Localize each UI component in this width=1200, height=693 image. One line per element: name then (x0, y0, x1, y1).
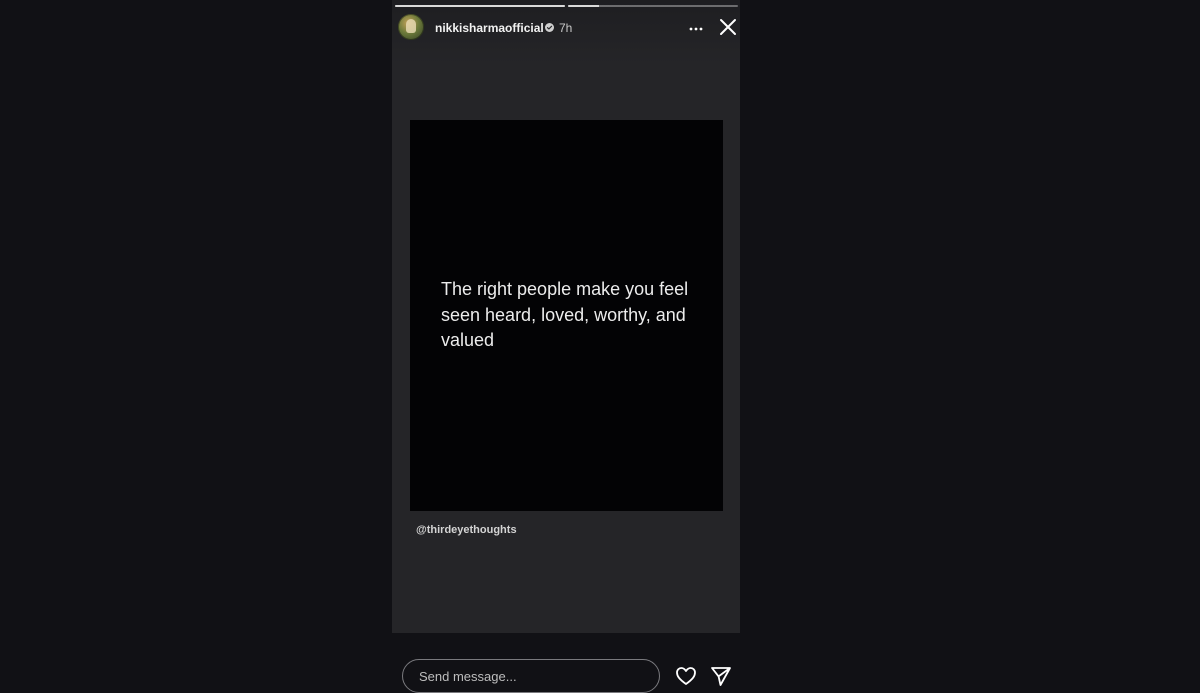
progress-segment (568, 5, 738, 7)
message-input[interactable] (402, 659, 660, 693)
quote-text: The right people make you feel seen hear… (441, 279, 689, 350)
progress-segment (395, 5, 565, 7)
progress-fill (395, 5, 565, 7)
mention-sticker[interactable]: @thirdeyethoughts (416, 524, 517, 536)
avatar-figure (406, 19, 416, 33)
verified-badge-icon (545, 23, 554, 32)
story-viewer: nikkisharmaofficial 7h The right people … (0, 0, 1200, 693)
heart-icon[interactable] (675, 665, 697, 687)
story-header: nikkisharmaofficial 7h (398, 14, 736, 42)
reply-bar (392, 645, 740, 693)
story-frame[interactable]: nikkisharmaofficial 7h The right people … (392, 0, 740, 633)
shared-post-card[interactable]: The right people make you feel seen hear… (410, 120, 723, 511)
close-icon[interactable] (717, 16, 739, 38)
avatar[interactable] (398, 14, 424, 40)
username[interactable]: nikkisharmaofficial (435, 21, 544, 35)
story-progress (395, 5, 738, 8)
send-icon[interactable] (710, 665, 732, 687)
post-time: 7h (559, 21, 573, 35)
more-options-icon[interactable] (686, 16, 706, 38)
progress-fill (568, 5, 599, 7)
